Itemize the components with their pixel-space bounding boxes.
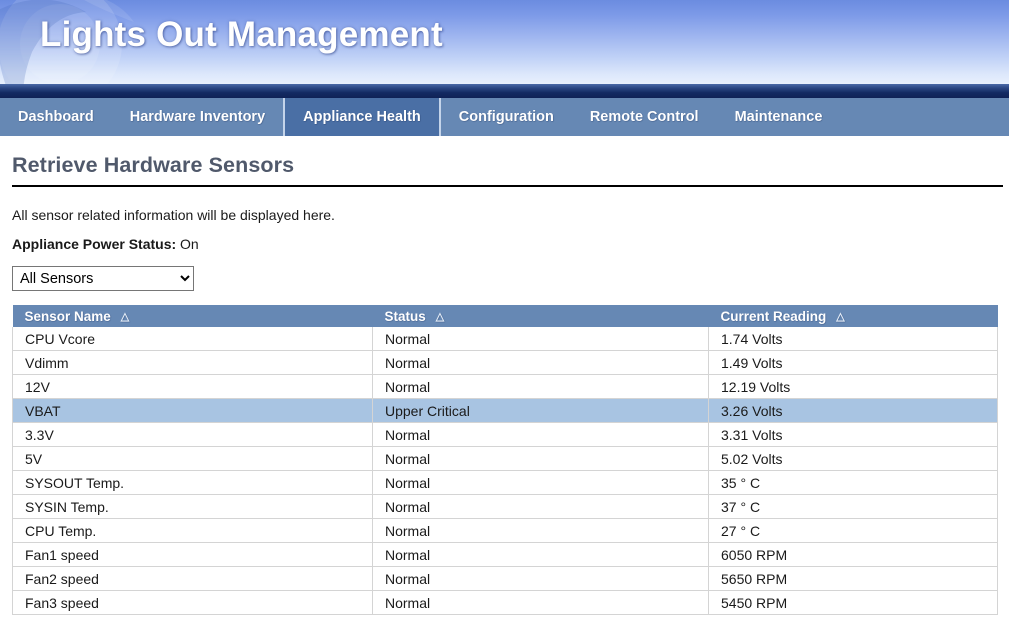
cell-sensor-name: Fan2 speed [12,566,373,591]
page-description: All sensor related information will be d… [12,207,335,223]
power-status-value: On [180,236,199,252]
nav-item-remote-control[interactable]: Remote Control [572,98,717,136]
cell-sensor-name: Fan1 speed [12,542,373,567]
table-row[interactable]: CPU Vcore Normal 1.74 Volts [12,327,998,351]
cell-sensor-status: Normal [372,494,709,519]
cell-sensor-status: Normal [372,542,709,567]
cell-sensor-status: Normal [372,566,709,591]
sort-triangle-icon[interactable]: △ [121,310,129,323]
sensor-filter-select[interactable]: All Sensors [12,266,194,291]
cell-sensor-status: Normal [372,590,709,615]
column-label: Status [384,308,426,324]
cell-sensor-reading: 5.02 Volts [708,446,998,471]
cell-sensor-name: Vdimm [12,350,373,375]
cell-sensor-name: SYSOUT Temp. [12,470,373,495]
cell-sensor-status: Normal [372,446,709,471]
cell-sensor-status: Normal [372,327,709,351]
cell-sensor-name: SYSIN Temp. [12,494,373,519]
table-row[interactable]: 5V Normal 5.02 Volts [12,446,998,471]
cell-sensor-status: Normal [372,518,709,543]
cell-sensor-status: Normal [372,470,709,495]
column-label: Sensor Name [24,308,111,324]
appliance-power-status: Appliance Power Status: On [12,236,997,252]
table-row[interactable]: SYSOUT Temp. Normal 35 ° C [12,470,998,495]
nav-item-appliance-health[interactable]: Appliance Health [283,98,441,136]
sort-triangle-icon[interactable]: △ [436,310,444,323]
banner-divider-strip [0,84,1009,98]
cell-sensor-name: VBAT [12,398,373,423]
nav-item-configuration[interactable]: Configuration [441,98,572,136]
cell-sensor-name: CPU Temp. [12,518,373,543]
column-header-sensor-name[interactable]: Sensor Name △ [12,305,373,327]
column-label: Current Reading [720,308,827,324]
cell-sensor-reading: 3.26 Volts [708,398,998,423]
sort-triangle-icon[interactable]: △ [836,310,844,323]
nav-item-dashboard[interactable]: Dashboard [0,98,112,136]
table-row[interactable]: Vdimm Normal 1.49 Volts [12,350,998,375]
cell-sensor-status: Normal [372,422,709,447]
app-title: Lights Out Management [40,15,443,54]
cell-sensor-name: Fan3 speed [12,590,373,615]
cell-sensor-name: 5V [12,446,373,471]
cell-sensor-name: CPU Vcore [12,327,373,351]
cell-sensor-reading: 1.74 Volts [708,327,998,351]
nav-item-maintenance[interactable]: Maintenance [717,98,841,136]
title-divider [12,185,1003,187]
cell-sensor-reading: 12.19 Volts [708,374,998,399]
table-header-row: Sensor Name △ Status △ Current Reading △ [12,305,998,327]
table-row[interactable]: 12V Normal 12.19 Volts [12,374,998,399]
table-row[interactable]: Fan1 speed Normal 6050 RPM [12,542,998,567]
main-navigation: Dashboard Hardware Inventory Appliance H… [0,98,1009,137]
page-content: Retrieve Hardware Sensors All sensor rel… [0,153,1009,615]
cell-sensor-status: Upper Critical [372,398,709,423]
table-row[interactable]: Fan3 speed Normal 5450 RPM [12,590,998,615]
cell-sensor-reading: 5650 RPM [708,566,998,591]
cell-sensor-reading: 1.49 Volts [708,350,998,375]
column-header-current-reading[interactable]: Current Reading △ [708,305,998,327]
table-row[interactable]: Fan2 speed Normal 5650 RPM [12,566,998,591]
cell-sensor-status: Normal [372,374,709,399]
cell-sensor-reading: 3.31 Volts [708,422,998,447]
table-row[interactable]: CPU Temp. Normal 27 ° C [12,518,998,543]
column-header-status[interactable]: Status △ [372,305,709,327]
cell-sensor-name: 3.3V [12,422,373,447]
table-row[interactable]: SYSIN Temp. Normal 37 ° C [12,494,998,519]
table-row[interactable]: VBAT Upper Critical 3.26 Volts [12,398,998,423]
cell-sensor-reading: 37 ° C [708,494,998,519]
cell-sensor-reading: 27 ° C [708,518,998,543]
cell-sensor-reading: 6050 RPM [708,542,998,567]
page-title: Retrieve Hardware Sensors [12,153,295,177]
cell-sensor-reading: 35 ° C [708,470,998,495]
nav-item-hardware-inventory[interactable]: Hardware Inventory [112,98,283,136]
sensor-table-body: CPU Vcore Normal 1.74 Volts Vdimm Normal 1.49… [12,327,998,615]
cell-sensor-status: Normal [372,350,709,375]
power-status-label: Appliance Power Status: [12,236,177,252]
table-row[interactable]: 3.3V Normal 3.31 Volts [12,422,998,447]
app-banner: Lights Out Management [0,0,1009,84]
cell-sensor-reading: 5450 RPM [708,590,998,615]
sensor-table: Sensor Name △ Status △ Current Reading △ CP… [12,305,998,615]
cell-sensor-name: 12V [12,374,373,399]
